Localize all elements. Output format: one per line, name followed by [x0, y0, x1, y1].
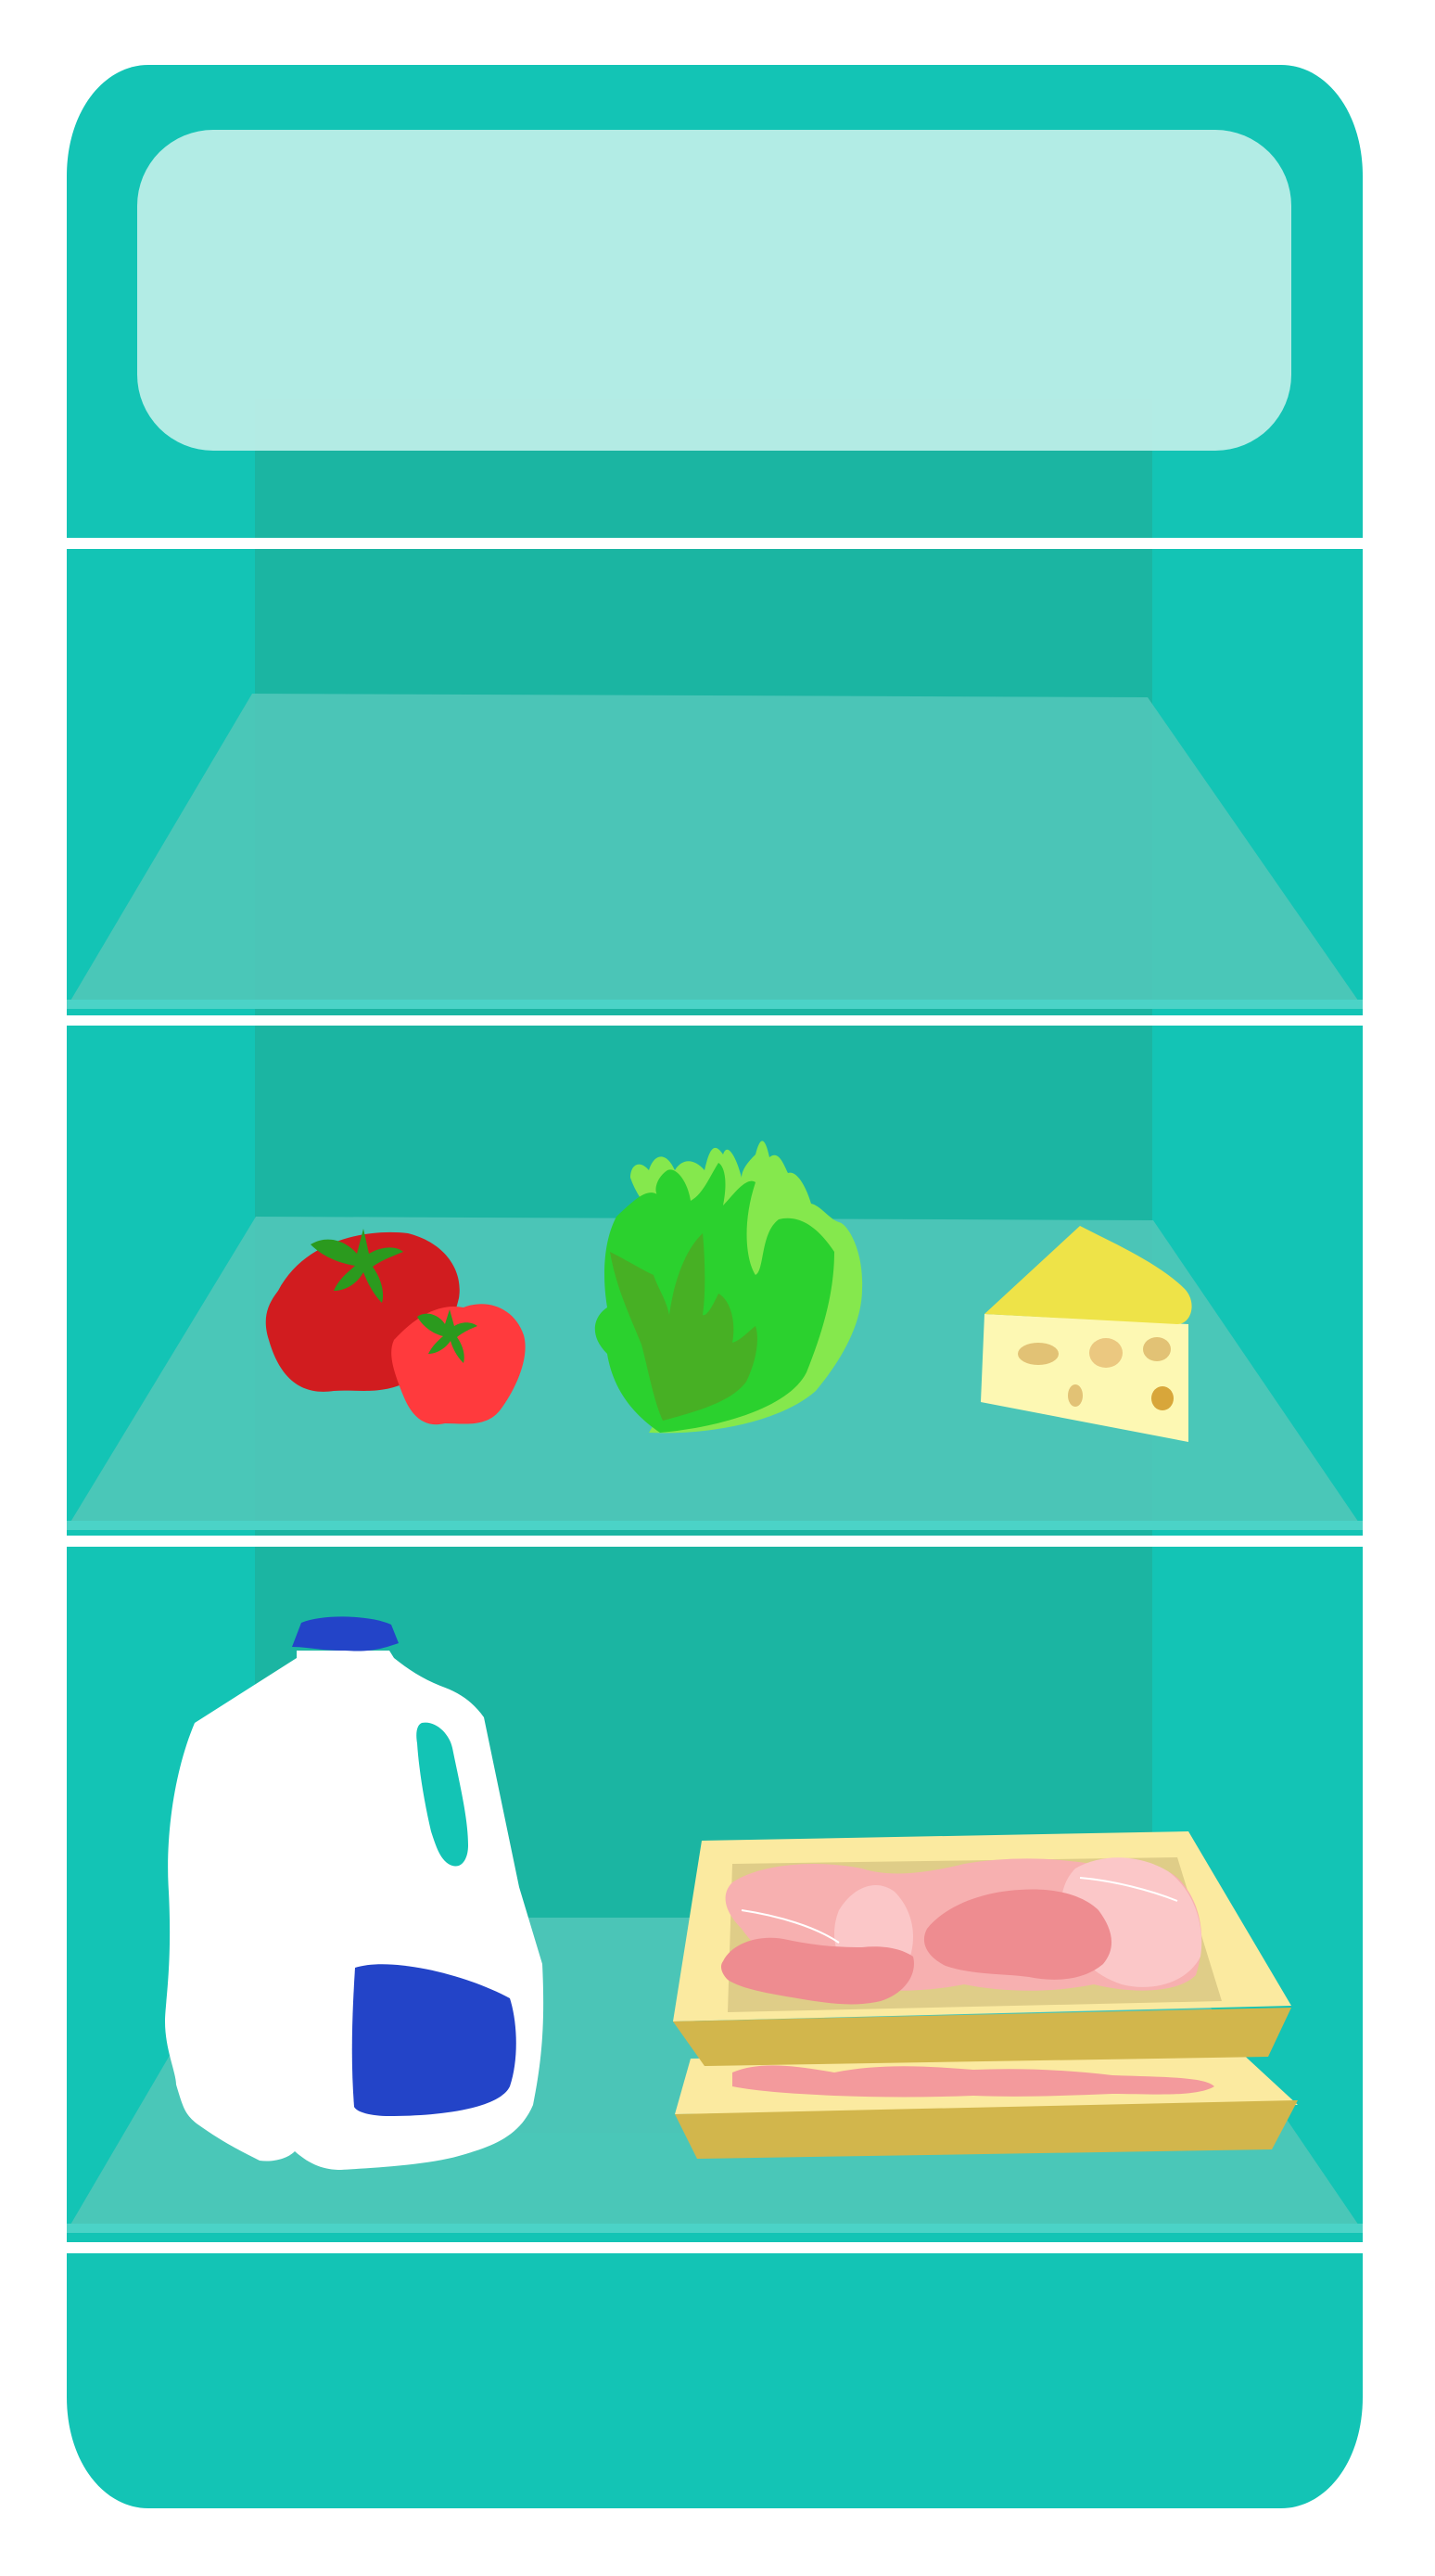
- refrigerator-scene: [67, 65, 1363, 2508]
- cheese-hole: [1151, 1386, 1174, 1410]
- shelf-divider: [67, 1536, 1363, 1547]
- shelf-divider: [67, 538, 1363, 549]
- cheese-hole: [1143, 1337, 1171, 1361]
- cheese-hole: [1089, 1338, 1123, 1368]
- meat-tray-icon: [673, 1831, 1298, 2159]
- shelf-glass-edge: [67, 1521, 1363, 1530]
- shelf-divider: [67, 2242, 1363, 2253]
- shelf-glass-edge: [67, 1000, 1363, 1009]
- meat-tray-upper: [673, 1831, 1291, 2066]
- shelf-divider: [67, 1015, 1363, 1026]
- shelf-glass-edge: [67, 2224, 1363, 2233]
- freezer-panel: [137, 130, 1291, 451]
- shelf-glass: [67, 694, 1363, 1007]
- cheese-hole: [1068, 1384, 1083, 1407]
- top-shelf: [67, 694, 1363, 1009]
- cheese-hole: [1018, 1343, 1059, 1365]
- milk-jug-cap: [292, 1616, 399, 1651]
- meat-tray-lower: [675, 2049, 1298, 2159]
